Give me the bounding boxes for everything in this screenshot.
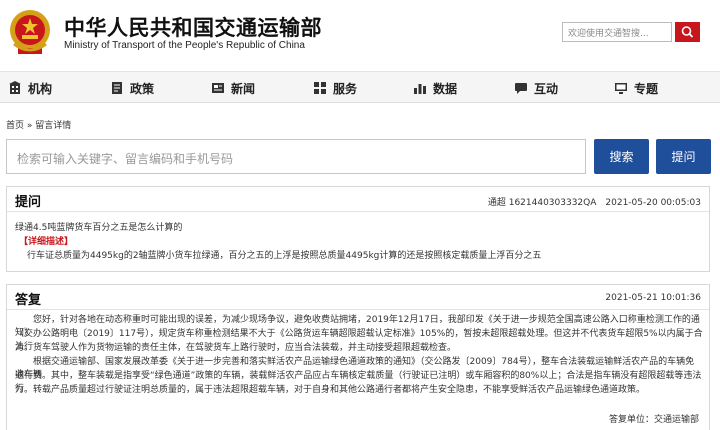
site-search-input[interactable]: 欢迎使用交通智搜...	[562, 22, 672, 42]
nav-label: 互动	[534, 81, 559, 96]
question-title: 绿通4.5吨蓝牌货车百分之五是怎么计算的	[15, 223, 183, 233]
grid-icon	[314, 82, 326, 94]
question-header: 提问 通超 1621440303332QA 2021-05-20 00:05:0…	[7, 187, 709, 212]
answer-heading: 答复	[15, 293, 42, 308]
site-search-button[interactable]	[675, 22, 700, 42]
search-icon	[681, 26, 694, 38]
nav-label: 专题	[634, 81, 659, 96]
document-icon	[112, 82, 122, 94]
nav-item-org[interactable]: 机构	[8, 72, 52, 104]
answer-line: 为。货车驾驶人作为货物运输的责任主体，在驾驶货车上路行驶时，应当合法装载，并主动…	[15, 343, 457, 353]
ask-button[interactable]: 提问	[656, 139, 711, 174]
nav-item-policy[interactable]: 政策	[110, 72, 154, 104]
answer-header: 答复 2021-05-21 10:01:36	[7, 285, 709, 310]
breadcrumb[interactable]: 首页 » 留言详情	[6, 118, 71, 131]
nav-item-topic[interactable]: 专题	[614, 72, 658, 104]
nav-item-data[interactable]: 数据	[413, 72, 457, 104]
national-emblem-icon[interactable]	[8, 8, 52, 58]
building-icon	[9, 81, 21, 94]
question-panel: 提问 通超 1621440303332QA 2021-05-20 00:05:0…	[6, 186, 710, 272]
answer-panel: 答复 2021-05-21 10:01:36 您好，针对各地在动态称重时可能出现…	[6, 284, 710, 430]
nav-label: 政策	[130, 81, 155, 96]
question-heading: 提问	[15, 195, 42, 210]
newspaper-icon	[212, 83, 224, 93]
nav-item-service[interactable]: 服务	[313, 72, 357, 104]
question-meta: 通超 1621440303332QA 2021-05-20 00:05:03	[487, 198, 701, 208]
answer-line: 为。转载产品质量超过行驶证注明总质量的，属于违法超限超载车辆，对于自身和其他公路…	[15, 385, 646, 395]
monitor-icon	[615, 83, 627, 94]
message-search-input[interactable]: 检索可输入关键字、留言编码和手机号码	[6, 139, 586, 174]
site-title[interactable]: 中华人民共和国交通运输部	[64, 12, 322, 42]
nav-label: 新闻	[231, 81, 256, 96]
search-button[interactable]: 搜索	[594, 139, 649, 174]
answer-signature: 答复单位：交通运输部	[608, 415, 699, 425]
nav-label: 服务	[333, 81, 358, 96]
nav-label: 机构	[28, 81, 53, 96]
question-body: 行车证总质量为4495kg的2轴蓝牌小货车拉绿通，百分之五的上浮是按照总质量44…	[27, 251, 542, 261]
nav-label: 数据	[433, 81, 458, 96]
main-nav: 机构 政策 新闻 服务 数据 互动 专题	[0, 71, 720, 103]
site-subtitle: Ministry of Transport of the People's Re…	[64, 40, 305, 51]
answer-date: 2021-05-21 10:01:36	[605, 293, 701, 303]
chat-icon	[515, 83, 527, 94]
nav-item-news[interactable]: 新闻	[211, 72, 255, 104]
nav-item-interact[interactable]: 互动	[514, 72, 558, 104]
site-header: 中华人民共和国交通运输部 Ministry of Transport of th…	[0, 0, 720, 66]
bar-chart-icon	[414, 84, 426, 94]
detail-label: 【详细描述】	[19, 237, 74, 247]
